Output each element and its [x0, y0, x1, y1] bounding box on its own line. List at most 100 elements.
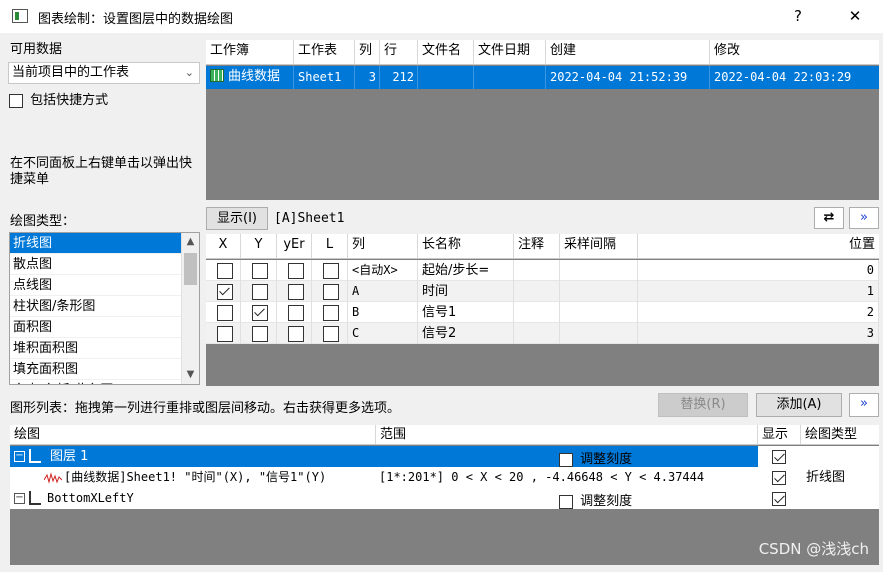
plot-show-checkbox[interactable] — [772, 470, 786, 485]
plot-type-item[interactable]: 柱状图/条形图 — [10, 296, 181, 317]
header-plot-type[interactable]: 绘图类型 — [801, 425, 879, 444]
show-button[interactable]: 显示(I) — [206, 207, 268, 230]
header-interval[interactable]: 采样间隔 — [560, 234, 638, 258]
header-comment[interactable]: 注释 — [514, 234, 560, 258]
column-yer-checkbox[interactable] — [288, 263, 304, 279]
column-x-cell — [206, 323, 241, 344]
workbook-row[interactable]: 曲线数据 Sheet1 3 212 2022-04-04 21:52:39 20… — [206, 66, 879, 89]
plot-item-range: [1*:201*] 0 < X < 20 , -4.46648 < Y < 4.… — [379, 470, 705, 484]
column-row[interactable]: B 信号1 2 — [206, 302, 879, 323]
column-yer-checkbox[interactable] — [288, 305, 304, 321]
column-x-checkbox[interactable] — [217, 326, 233, 342]
workbook-icon — [210, 69, 224, 82]
column-y-checkbox[interactable] — [252, 326, 268, 342]
data-source-value: 当前项目中的工作表 — [12, 65, 130, 80]
help-button[interactable]: ? — [783, 6, 813, 26]
header-created[interactable]: 创建 — [546, 40, 710, 64]
plot-type-list[interactable]: 折线图散点图点线图柱状图/条形图面积图堆积面积图填充面积图多点-条折-此条图 ▲… — [9, 232, 200, 385]
plot-type-item[interactable]: 点线图 — [10, 275, 181, 296]
line-plot-icon — [44, 472, 62, 484]
header-x[interactable]: X — [206, 234, 241, 258]
column-row[interactable]: C 信号2 3 — [206, 323, 879, 344]
header-position[interactable]: 位置 — [638, 234, 879, 258]
header-filename[interactable]: 文件名 — [418, 40, 474, 64]
column-y-checkbox[interactable] — [252, 263, 268, 279]
plot-type-item[interactable]: 折线图 — [10, 233, 181, 254]
collapse-axis-icon[interactable]: − — [14, 493, 25, 504]
plot-type-scrollbar[interactable]: ▲ ▼ — [181, 233, 199, 384]
header-longname[interactable]: 长名称 — [418, 234, 514, 258]
replace-button[interactable]: 替换(R) — [658, 393, 748, 417]
column-longname-cell: 信号1 — [418, 302, 514, 323]
column-y-cell — [241, 323, 277, 344]
header-sheet[interactable]: 工作表 — [294, 40, 355, 64]
column-y-checkbox[interactable] — [252, 305, 268, 321]
axis-rescale[interactable]: 调整刻度 — [559, 490, 632, 509]
plot-type-item[interactable]: 散点图 — [10, 254, 181, 275]
close-button[interactable]: ✕ — [840, 6, 870, 26]
plot-type-item[interactable]: 面积图 — [10, 317, 181, 338]
column-x-checkbox[interactable] — [217, 284, 233, 300]
header-modified[interactable]: 修改 — [710, 40, 879, 64]
header-column[interactable]: 列 — [348, 234, 418, 258]
header-l[interactable]: L — [312, 234, 348, 258]
swap-icon[interactable]: ⇄ — [814, 207, 844, 229]
plot-type-item[interactable]: 堆积面积图 — [10, 338, 181, 359]
scroll-down-icon[interactable]: ▼ — [182, 366, 199, 384]
include-shortcut-checkbox[interactable] — [9, 93, 23, 108]
column-l-cell — [312, 281, 348, 302]
scroll-thumb[interactable] — [184, 253, 197, 285]
add-button[interactable]: 添加(A) — [756, 393, 842, 417]
column-y-checkbox[interactable] — [252, 284, 268, 300]
scroll-up-icon[interactable]: ▲ — [182, 233, 199, 251]
column-interval-cell — [560, 323, 638, 344]
header-file-date[interactable]: 文件日期 — [474, 40, 546, 64]
column-l-checkbox[interactable] — [323, 263, 339, 279]
column-yer-checkbox[interactable] — [288, 326, 304, 342]
axis-row[interactable]: − BottomXLeftY 调整刻度 — [10, 488, 879, 509]
plot-list-hint: 图形列表：拖拽第一列进行重排或图层间移动。右击获得更多选项。 — [10, 401, 401, 416]
header-rows[interactable]: 行 — [380, 40, 418, 64]
column-x-checkbox[interactable] — [217, 263, 233, 279]
layer-show-checkbox[interactable] — [772, 449, 786, 464]
header-workbook[interactable]: 工作簿 — [206, 40, 294, 64]
collapse-icon[interactable]: − — [14, 451, 25, 462]
header-plot[interactable]: 绘图 — [10, 425, 376, 444]
expand-columns-icon[interactable]: » — [849, 207, 879, 229]
include-shortcut-label: 包括快捷方式 — [30, 93, 109, 108]
data-source-select[interactable]: 当前项目中的工作表 ⌄ — [8, 62, 200, 84]
layer-row[interactable]: − 图层 1 调整刻度 — [10, 446, 879, 467]
column-col-cell: B — [348, 302, 418, 323]
column-l-checkbox[interactable] — [323, 326, 339, 342]
column-yer-checkbox[interactable] — [288, 284, 304, 300]
plot-type-item[interactable]: 多点-条折-此条图 — [10, 380, 181, 384]
header-cols[interactable]: 列 — [355, 40, 380, 64]
plot-item-type[interactable]: 折线图 — [806, 467, 845, 488]
column-col-cell: C — [348, 323, 418, 344]
column-x-cell — [206, 281, 241, 302]
layer-rescale[interactable]: 调整刻度 — [559, 448, 632, 467]
plot-type-item[interactable]: 填充面积图 — [10, 359, 181, 380]
column-l-checkbox[interactable] — [323, 284, 339, 300]
header-yerr[interactable]: yEr — [277, 234, 312, 258]
column-l-checkbox[interactable] — [323, 305, 339, 321]
window-title: 图表绘制：设置图层中的数据绘图 — [38, 12, 234, 27]
expand-plot-list-icon[interactable]: » — [849, 393, 879, 417]
column-x-checkbox[interactable] — [217, 305, 233, 321]
layer-rescale-checkbox[interactable] — [559, 452, 573, 467]
workbook-panel: 工作簿 工作表 列 行 文件名 文件日期 创建 修改 曲线数据 Sheet1 3… — [206, 40, 879, 200]
column-pos-cell: 2 — [638, 302, 879, 323]
app-icon — [12, 9, 28, 23]
column-row[interactable]: <自动X> 起始/步长= 0 — [206, 260, 879, 281]
header-show[interactable]: 显示 — [758, 425, 801, 444]
plot-item-row[interactable]: [曲线数据]Sheet1! "时间"(X), "信号1"(Y) [1*:201*… — [10, 467, 879, 488]
axis-rescale-checkbox[interactable] — [559, 494, 573, 509]
axis-show-checkbox[interactable] — [772, 491, 786, 506]
column-row[interactable]: A 时间 1 — [206, 281, 879, 302]
header-range[interactable]: 范围 — [376, 425, 758, 444]
layer-rescale-label: 调整刻度 — [580, 452, 633, 467]
column-y-cell — [241, 281, 277, 302]
header-y[interactable]: Y — [241, 234, 277, 258]
column-yer-cell — [277, 281, 312, 302]
include-shortcut-row[interactable]: 包括快捷方式 — [9, 89, 108, 108]
